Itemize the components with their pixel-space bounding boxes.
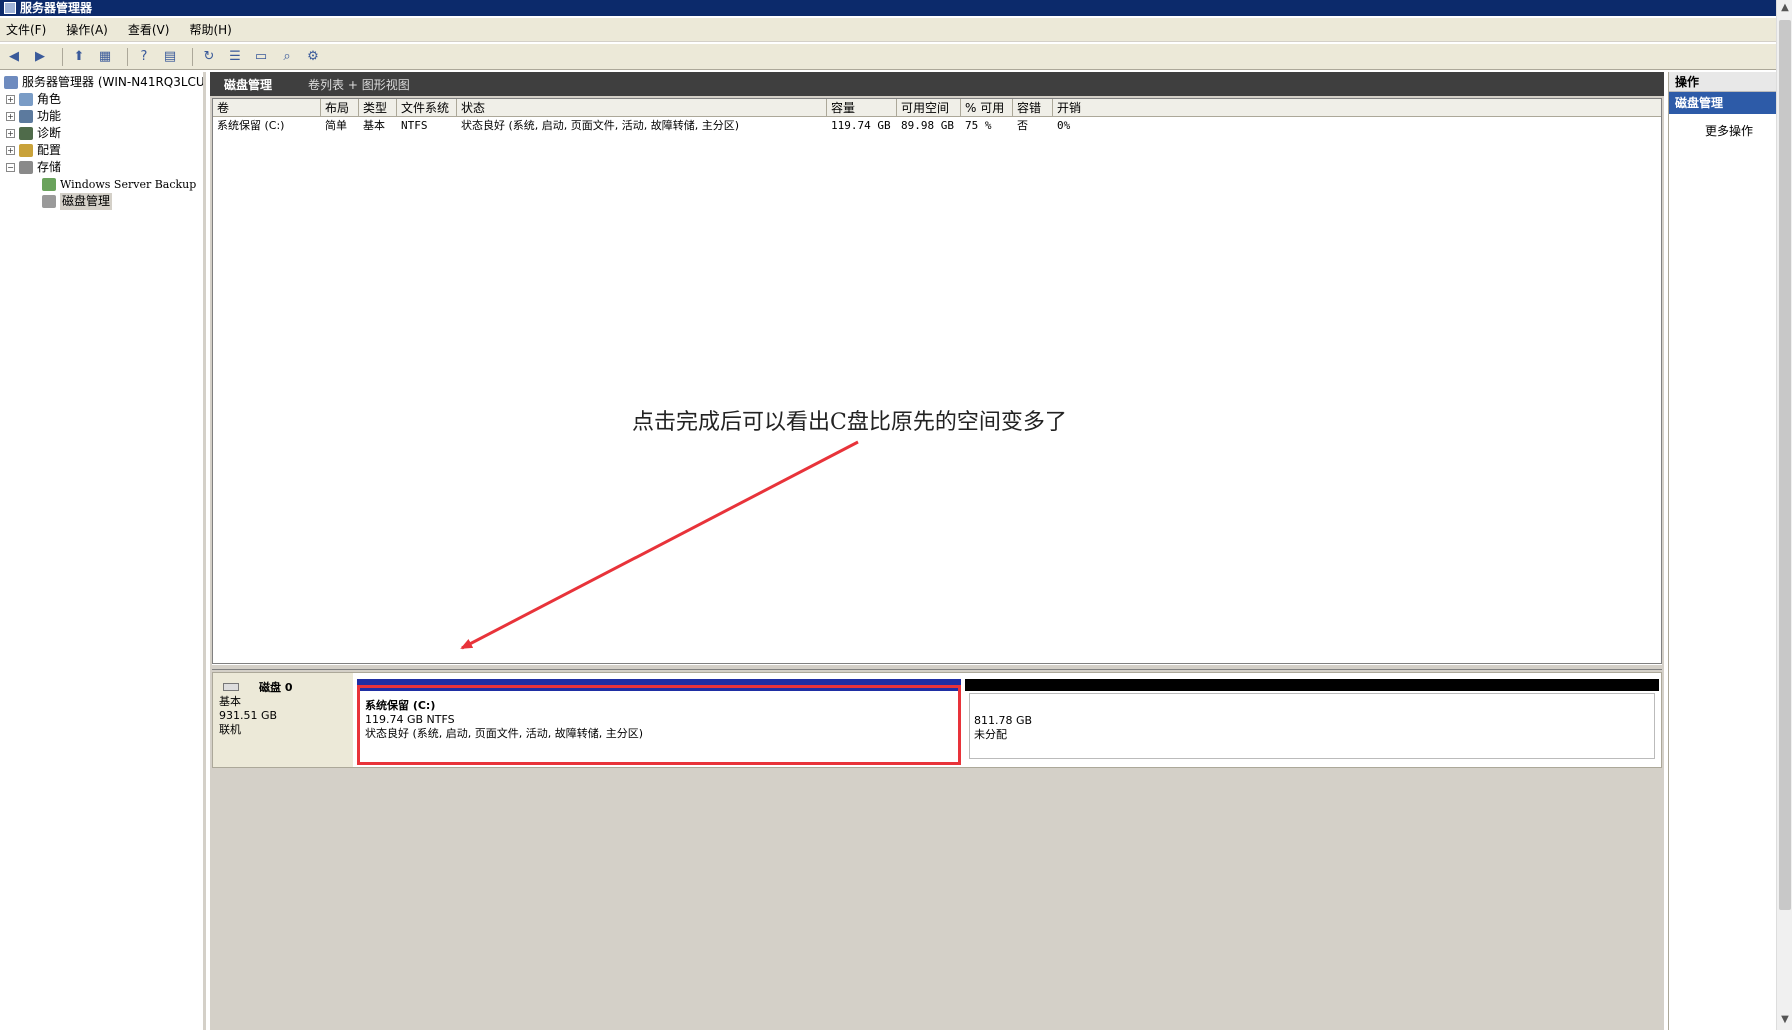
actions-header: 操作 (1669, 72, 1776, 92)
server-manager-icon (4, 2, 16, 14)
partition-status: 未分配 (974, 728, 1007, 741)
menu-view[interactable]: 查看(V) (128, 21, 170, 38)
annotation-text: 点击完成后可以看出C盘比原先的空间变多了 (632, 410, 1067, 435)
expand-icon[interactable]: + (6, 146, 15, 155)
cell-file-system: NTFS (401, 119, 428, 132)
tree-item-configuration[interactable]: + 配置 (6, 142, 61, 159)
search-icon[interactable]: ⌕ (277, 47, 297, 67)
cell-layout: 简单 (325, 119, 347, 132)
pane-title: 磁盘管理 (224, 77, 273, 92)
up-icon[interactable]: ⬆ (69, 47, 89, 67)
disk-management-pane: 磁盘管理 卷列表 + 图形视图 卷 布局 类型 文件系统 状态 容量 可用空间 … (210, 72, 1664, 1030)
toolbar-separator (192, 47, 193, 66)
graphical-view: 磁盘 0 基本 931.51 GB 联机 系统保留 (C:) 119.74 GB… (212, 672, 1662, 1030)
scroll-thumb[interactable] (1779, 20, 1791, 910)
tree-item-features[interactable]: + 功能 (6, 108, 61, 125)
menu-help[interactable]: 帮助(H) (189, 21, 231, 38)
column-header[interactable]: % 可用 (961, 99, 1013, 117)
table-row[interactable]: 系统保留 (C:) 简单 基本 NTFS 状态良好 (系统, 启动, 页面文件,… (213, 117, 1113, 134)
title-bar: 服务器管理器 (0, 0, 1776, 16)
actions-section[interactable]: 磁盘管理 (1669, 92, 1776, 114)
more-actions-link[interactable]: 更多操作 (1669, 122, 1776, 139)
column-header[interactable]: 容量 (827, 99, 897, 117)
window-scrollbar[interactable]: ▲ ▼ (1776, 0, 1792, 1030)
settings-icon[interactable]: ⚙ (303, 47, 323, 67)
storage-icon (19, 161, 33, 174)
column-header[interactable]: 容错 (1013, 99, 1053, 117)
disk-row[interactable]: 磁盘 0 基本 931.51 GB 联机 系统保留 (C:) 119.74 GB… (212, 672, 1662, 768)
disk-type: 基本 (219, 695, 241, 708)
partition-body: 811.78 GB 未分配 (969, 693, 1655, 759)
column-header[interactable]: 状态 (457, 99, 827, 117)
cell-fault-tolerance: 否 (1017, 119, 1028, 132)
highlight-box (357, 685, 961, 765)
cell-volume: 系统保留 (C:) (217, 119, 285, 132)
backup-icon (42, 178, 56, 191)
forward-icon[interactable]: ▶ (30, 47, 50, 67)
disk-info[interactable]: 磁盘 0 基本 931.51 GB 联机 (213, 673, 353, 767)
partition-size: 811.78 GB (974, 714, 1033, 727)
tree-item-backup[interactable]: Windows Server Backup (42, 176, 196, 193)
view-mode-label: 卷列表 + 图形视图 (308, 77, 410, 92)
tree-item-root[interactable]: 服务器管理器 (WIN-N41RQ3LCU8 (4, 74, 203, 91)
menu-file[interactable]: 文件(F) (6, 21, 46, 38)
show-hide-tree-icon[interactable]: ▦ (95, 47, 115, 67)
cell-type: 基本 (363, 119, 385, 132)
disk-name: 磁盘 0 (259, 681, 293, 694)
partition-unallocated[interactable]: 811.78 GB 未分配 (965, 679, 1659, 763)
column-header[interactable]: 可用空间 (897, 99, 961, 117)
scroll-down-icon[interactable]: ▼ (1777, 1012, 1792, 1028)
disk-management-icon (42, 195, 56, 208)
cell-status: 状态良好 (系统, 启动, 页面文件, 活动, 故障转储, 主分区) (461, 119, 740, 132)
navigation-tree: 服务器管理器 (WIN-N41RQ3LCU8 + 角色 + 功能 + 诊断 + … (0, 72, 206, 1030)
collapse-icon[interactable]: − (6, 163, 15, 172)
tree-item-diagnostics[interactable]: + 诊断 (6, 125, 61, 142)
expand-icon[interactable]: + (6, 112, 15, 121)
toolbar-separator (127, 47, 128, 66)
pane-header: 磁盘管理 卷列表 + 图形视图 (210, 72, 1664, 96)
column-header[interactable]: 文件系统 (397, 99, 457, 117)
volume-list-header: 卷 布局 类型 文件系统 状态 容量 可用空间 % 可用 容错 开销 (213, 99, 1661, 117)
column-header[interactable]: 布局 (321, 99, 359, 117)
column-header[interactable]: 开销 (1053, 99, 1661, 117)
configuration-icon (19, 144, 33, 157)
tree-item-disk-management[interactable]: 磁盘管理 (42, 193, 113, 210)
partition-cap (965, 679, 1659, 691)
menu-bar: 文件(F) 操作(A) 查看(V) 帮助(H) (0, 18, 1776, 42)
features-icon (19, 110, 33, 123)
help-icon[interactable]: ? (134, 47, 154, 67)
properties-icon[interactable]: ☰ (225, 47, 245, 67)
toolbar: ◀ ▶ ⬆ ▦ ? ▤ ↻ ☰ ▭ ⌕ ⚙ (0, 44, 1776, 70)
tree-item-roles[interactable]: + 角色 (6, 91, 61, 108)
scroll-up-icon[interactable]: ▲ (1777, 0, 1792, 16)
disk-size: 931.51 GB (219, 709, 278, 722)
expand-icon[interactable]: + (6, 129, 15, 138)
cell-capacity: 119.74 GB (831, 119, 891, 132)
expand-icon[interactable]: + (6, 95, 15, 104)
roles-icon (19, 93, 33, 106)
tree-item-storage[interactable]: − 存储 (6, 159, 61, 176)
pane-splitter[interactable] (212, 664, 1662, 670)
column-header[interactable]: 卷 (213, 99, 321, 117)
cell-percent-free: 75 % (965, 119, 992, 132)
toolbar-separator (62, 47, 63, 66)
menu-action[interactable]: 操作(A) (66, 21, 108, 38)
view-icon[interactable]: ▤ (160, 47, 180, 67)
disk-icon (223, 683, 239, 691)
refresh-icon[interactable]: ↻ (199, 47, 219, 67)
diagnostics-icon (19, 127, 33, 140)
server-icon (4, 76, 18, 89)
volume-list: 卷 布局 类型 文件系统 状态 容量 可用空间 % 可用 容错 开销 系统保留 … (212, 98, 1662, 664)
actions-pane: 操作 磁盘管理 更多操作 (1668, 72, 1776, 1030)
open-icon[interactable]: ▭ (251, 47, 271, 67)
cell-overhead: 0% (1057, 119, 1071, 132)
column-header[interactable]: 类型 (359, 99, 397, 117)
disk-status: 联机 (219, 723, 241, 736)
back-icon[interactable]: ◀ (4, 47, 24, 67)
cell-free-space: 89.98 GB (901, 119, 954, 132)
window-title: 服务器管理器 (20, 1, 93, 15)
